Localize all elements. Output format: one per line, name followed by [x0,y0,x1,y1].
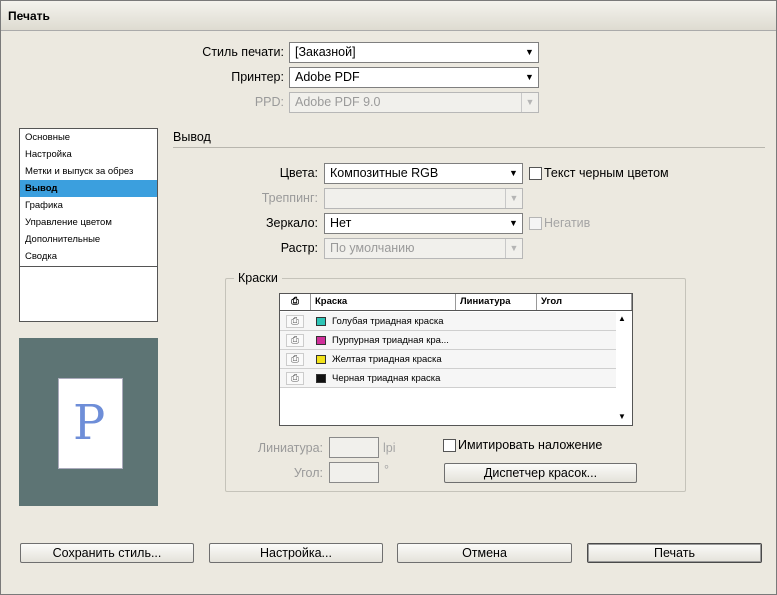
printer-icon: ⎙ [280,294,311,310]
printer-label: Принтер: [231,70,284,84]
scroll-down-icon[interactable]: ▼ [618,412,626,421]
ink-swatch [316,355,326,364]
sidebar-item-graphics[interactable]: Графика [20,197,157,214]
colors-value: Композитные RGB [330,166,439,180]
preview-letter: P [73,395,106,451]
sidebar-item-output[interactable]: Вывод [20,180,157,197]
sidebar-item-setup[interactable]: Настройка [20,146,157,163]
inks-table: ⎙ Краска Линиатура Угол ⎙ Голубая триадн… [279,293,633,426]
screening-value: По умолчанию [330,241,415,255]
sidebar-item-marks-bleed[interactable]: Метки и выпуск за обрез [20,163,157,180]
ink-name: Желтая триадная краска [332,354,442,365]
chevron-down-icon[interactable]: ▼ [521,68,538,87]
printer-icon[interactable]: ⎙ [286,353,304,366]
ink-name: Голубая триадная краска [332,316,444,327]
negative-checkbox [529,217,542,230]
printer-icon[interactable]: ⎙ [286,315,304,328]
ppd-label: PPD: [254,95,284,109]
colors-label: Цвета: [279,166,318,180]
angle-label: Угол: [293,466,323,480]
sidebar-item-advanced[interactable]: Дополнительные [20,231,157,248]
print-preset-value: [Заказной] [295,45,356,59]
inks-group-title: Краски [234,271,282,285]
sidebar-item-color-management[interactable]: Управление цветом [20,214,157,231]
negative-label: Негатив [544,216,591,230]
section-title: Вывод [173,130,211,144]
ink-name: Пурпурная триадная кра... [332,335,449,346]
mirror-value: Нет [330,216,352,230]
cancel-button[interactable]: Отмена [397,543,572,563]
simulate-overprint-checkbox[interactable] [443,439,456,452]
mirror-select[interactable]: Нет ▼ [324,213,523,234]
table-row[interactable]: ⎙ Пурпурная триадная кра... [280,331,616,350]
page-preview: P [19,338,158,506]
ink-swatch [316,336,326,345]
print-preset-label: Стиль печати: [202,45,284,59]
text-black-checkbox[interactable] [529,167,542,180]
chevron-down-icon: ▼ [521,93,538,112]
column-frequency[interactable]: Линиатура [456,294,537,310]
ink-name: Черная триадная краска [332,373,441,384]
screening-select: По умолчанию ▼ [324,238,523,259]
ink-swatch [316,317,326,326]
section-list: Основные Настройка Метки и выпуск за обр… [19,128,158,322]
divider [20,266,157,267]
angle-field [329,462,379,483]
title-bar: Печать [1,1,776,31]
simulate-overprint-label: Имитировать наложение [458,438,603,452]
printer-icon[interactable]: ⎙ [286,334,304,347]
ink-manager-button[interactable]: Диспетчер красок... [444,463,637,483]
frequency-field [329,437,379,458]
ppd-select: Adobe PDF 9.0 ▼ [289,92,539,113]
text-black-label: Текст черным цветом [544,166,669,180]
table-row[interactable]: ⎙ Черная триадная краска [280,369,616,388]
mirror-label: Зеркало: [265,216,318,230]
section-divider [173,147,765,148]
table-row[interactable]: ⎙ Желтая триадная краска [280,350,616,369]
window-title: Печать [8,9,50,23]
print-dialog: Печать Стиль печати: [Заказной] ▼ Принте… [0,0,777,595]
preview-sheet: P [58,378,123,469]
colors-select[interactable]: Композитные RGB ▼ [324,163,523,184]
trapping-label: Треппинг: [261,191,318,205]
frequency-label: Линиатура: [257,441,323,455]
column-ink[interactable]: Краска [311,294,456,310]
printer-icon[interactable]: ⎙ [286,372,304,385]
frequency-unit: lpi [383,441,396,455]
sidebar-item-general[interactable]: Основные [20,129,157,146]
ink-swatch [316,374,326,383]
angle-unit: ° [384,463,389,477]
print-button[interactable]: Печать [587,543,762,563]
trapping-select: ▼ [324,188,523,209]
sidebar-item-summary[interactable]: Сводка [20,248,157,265]
chevron-down-icon: ▼ [505,189,522,208]
printer-value: Adobe PDF [295,70,360,84]
table-row[interactable]: ⎙ Голубая триадная краска [280,312,616,331]
chevron-down-icon[interactable]: ▼ [521,43,538,62]
inks-table-header: ⎙ Краска Линиатура Угол [280,294,632,311]
chevron-down-icon[interactable]: ▼ [505,164,522,183]
print-preset-select[interactable]: [Заказной] ▼ [289,42,539,63]
ppd-value: Adobe PDF 9.0 [295,95,381,109]
column-angle[interactable]: Угол [537,294,632,310]
save-style-button[interactable]: Сохранить стиль... [20,543,194,563]
inks-scrollbar[interactable]: ▲ ▼ [616,311,632,425]
screening-label: Растр: [280,241,318,255]
setup-button[interactable]: Настройка... [209,543,383,563]
chevron-down-icon[interactable]: ▼ [505,214,522,233]
scroll-up-icon[interactable]: ▲ [618,314,626,323]
printer-select[interactable]: Adobe PDF ▼ [289,67,539,88]
chevron-down-icon: ▼ [505,239,522,258]
